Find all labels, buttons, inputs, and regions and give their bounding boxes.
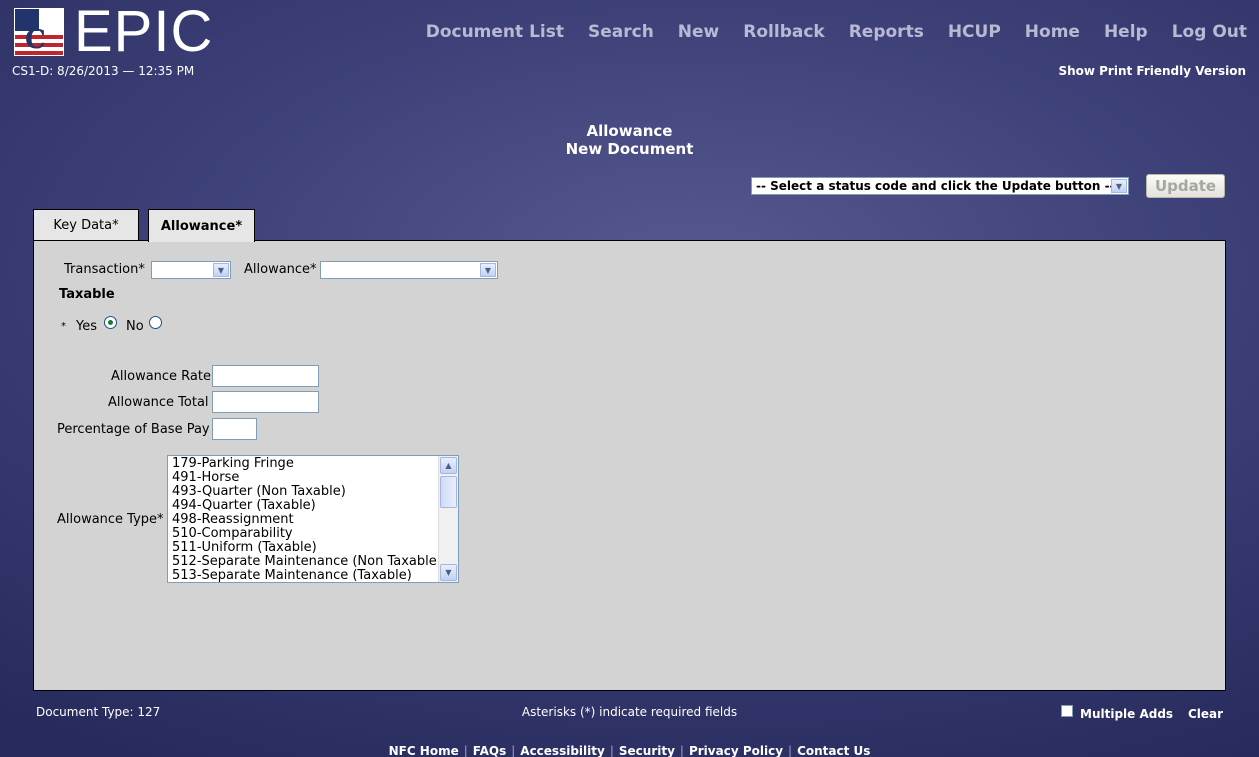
chevron-down-icon: ▼ (213, 263, 229, 277)
page-title: Allowance (586, 122, 673, 140)
nav-reports[interactable]: Reports (849, 22, 924, 42)
required-marker: * (61, 321, 66, 332)
taxable-yes-label: Yes (76, 319, 97, 334)
logo-text: EPIC (74, 0, 214, 64)
tab-key-data[interactable]: Key Data* (33, 209, 139, 241)
print-friendly-link[interactable]: Show Print Friendly Version (1058, 64, 1246, 78)
footer-link-privacy-policy[interactable]: Privacy Policy (689, 744, 783, 757)
nfc-flag-logo-icon: C (14, 8, 64, 56)
allowance-form-panel: Transaction* ▼ Allowance* ▼ Taxable * Ye… (33, 240, 1226, 691)
clear-link[interactable]: Clear (1188, 707, 1223, 721)
session-timestamp: CS1-D: 8/26/2013 — 12:35 PM (12, 64, 195, 78)
allowance-rate-input[interactable] (212, 365, 319, 387)
nav-search[interactable]: Search (588, 22, 654, 42)
chevron-down-icon: ▼ (480, 263, 496, 277)
footer-link-contact-us[interactable]: Contact Us (797, 744, 870, 757)
chevron-down-icon: ▼ (1111, 179, 1127, 193)
allowance-select[interactable]: ▼ (320, 261, 498, 279)
list-item[interactable]: 510-Comparability (172, 527, 458, 541)
update-button[interactable]: Update (1146, 174, 1225, 198)
multiple-adds-checkbox[interactable] (1061, 705, 1073, 717)
main-nav: Document List Search New Rollback Report… (426, 22, 1247, 42)
status-select-value: -- Select a status code and click the Up… (756, 179, 1115, 193)
tab-allowance[interactable]: Allowance* (148, 209, 255, 242)
nav-help[interactable]: Help (1104, 22, 1148, 42)
nav-home[interactable]: Home (1025, 22, 1080, 42)
nav-log-out[interactable]: Log Out (1172, 22, 1247, 42)
taxable-no-radio[interactable] (149, 316, 162, 329)
footer-link-accessibility[interactable]: Accessibility (520, 744, 605, 757)
percentage-base-pay-label: Percentage of Base Pay (57, 422, 210, 437)
allowance-total-label: Allowance Total (108, 395, 209, 410)
list-item[interactable]: 179-Parking Fringe (172, 457, 458, 471)
taxable-no-label: No (126, 319, 144, 334)
allowance-label: Allowance* (244, 262, 317, 277)
footer-link-faqs[interactable]: FAQs (473, 744, 506, 757)
list-item[interactable]: 512-Separate Maintenance (Non Taxable) (172, 555, 458, 569)
taxable-yes-radio[interactable] (104, 316, 117, 329)
footer-link-nfc-home[interactable]: NFC Home (389, 744, 459, 757)
footer-link-security[interactable]: Security (619, 744, 675, 757)
allowance-type-label: Allowance Type* (57, 512, 164, 527)
scroll-up-icon[interactable]: ▲ (440, 457, 457, 474)
multiple-adds-label: Multiple Adds (1080, 707, 1174, 721)
list-item[interactable]: 491-Horse (172, 471, 458, 485)
epic-logo: C EPIC (14, 0, 214, 64)
page-subtitle: New Document (565, 140, 694, 158)
list-item[interactable]: 493-Quarter (Non Taxable) (172, 485, 458, 499)
status-code-select[interactable]: -- Select a status code and click the Up… (751, 177, 1129, 195)
nav-rollback[interactable]: Rollback (743, 22, 824, 42)
page-title-block: Allowance New Document (0, 122, 1259, 158)
allowance-type-listbox[interactable]: 179-Parking Fringe 491-Horse 493-Quarter… (167, 455, 459, 583)
list-item[interactable]: 511-Uniform (Taxable) (172, 541, 458, 555)
allowance-rate-label: Allowance Rate (111, 369, 211, 384)
nav-hcup[interactable]: HCUP (948, 22, 1001, 42)
nav-new[interactable]: New (678, 22, 719, 42)
transaction-label: Transaction* (64, 262, 145, 277)
percentage-base-pay-input[interactable] (212, 418, 257, 440)
scroll-down-icon[interactable]: ▼ (440, 564, 457, 581)
list-item[interactable]: 498-Reassignment (172, 513, 458, 527)
nav-document-list[interactable]: Document List (426, 22, 564, 42)
taxable-heading: Taxable (59, 287, 115, 302)
footer-links: NFC Home | FAQs | Accessibility | Security | Pri… (388, 744, 871, 757)
scroll-thumb[interactable] (440, 476, 457, 508)
list-item[interactable]: 513-Separate Maintenance (Taxable) (172, 569, 458, 583)
transaction-select[interactable]: ▼ (151, 261, 231, 279)
list-item[interactable]: 494-Quarter (Taxable) (172, 499, 458, 513)
allowance-total-input[interactable] (212, 391, 319, 413)
listbox-scrollbar[interactable]: ▲ ▼ (438, 456, 458, 582)
